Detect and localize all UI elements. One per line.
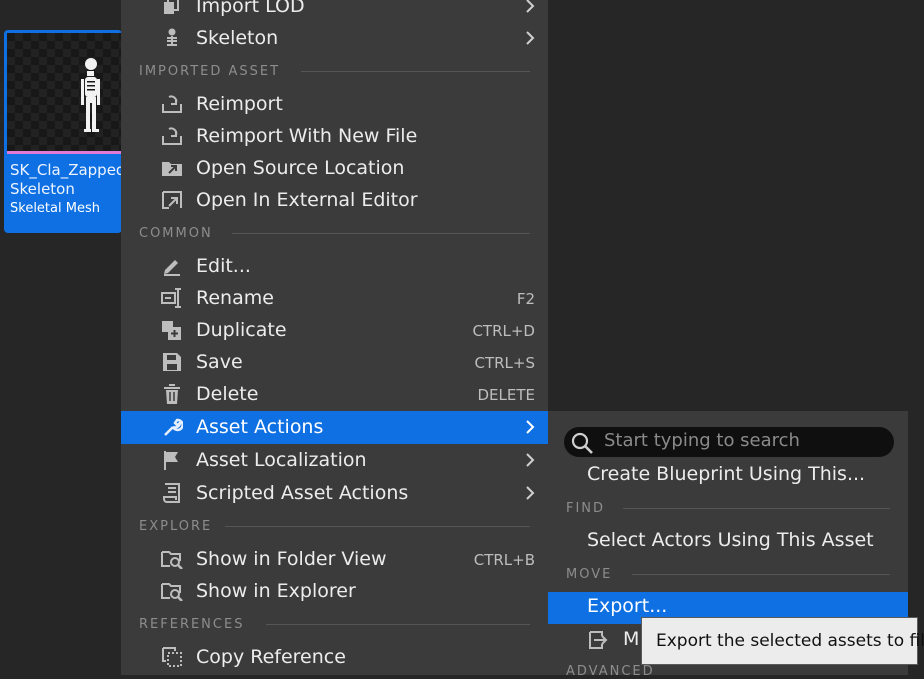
asset-type-color-bar xyxy=(7,151,122,154)
section-divider xyxy=(623,508,890,509)
open-source-location-icon xyxy=(162,162,182,176)
menu-item-label: Open Source Location xyxy=(196,157,405,179)
duplicate-icon xyxy=(162,321,181,340)
menu-item-label: Scripted Asset Actions xyxy=(196,482,409,504)
chevron-right-icon xyxy=(526,0,535,13)
search-icon xyxy=(571,432,593,454)
menu-item-asset-localization[interactable]: Asset Localization xyxy=(121,444,548,476)
menu-item-label: Open In External Editor xyxy=(196,189,418,211)
import-lod-icon xyxy=(164,0,179,14)
chevron-right-icon xyxy=(526,420,535,434)
menu-item-edit[interactable]: Edit... xyxy=(121,250,548,282)
menu-item-reimport-new-file[interactable]: Reimport With New File xyxy=(121,120,548,152)
rename-icon xyxy=(161,288,181,308)
menu-item-label: Reimport xyxy=(196,93,283,115)
folder-search-icon xyxy=(161,583,183,601)
shortcut-label: CTRL+B xyxy=(473,551,535,569)
section-divider xyxy=(632,574,890,575)
tooltip-text: Export the selected assets to file. xyxy=(656,631,924,651)
menu-item-show-in-explorer[interactable]: Show in Explorer xyxy=(121,575,548,607)
menu-item-label: Asset Actions xyxy=(196,416,324,438)
menu-item-delete[interactable]: Delete DELETE xyxy=(121,378,548,410)
menu-item-label: Duplicate xyxy=(196,319,287,341)
menu-item-label: Import LOD xyxy=(196,0,305,17)
menu-item-label: Show in Folder View xyxy=(196,548,387,570)
menu-item-open-source-location[interactable]: Open Source Location xyxy=(121,152,548,184)
skeleton-figure-icon xyxy=(81,58,100,132)
shortcut-label: CTRL+D xyxy=(472,322,535,340)
menu-item-label: Rename xyxy=(196,287,274,309)
external-editor-icon xyxy=(162,191,182,209)
chevron-right-icon xyxy=(526,453,535,467)
asset-type-label: Skeletal Mesh xyxy=(10,201,100,216)
reimport-new-file-icon xyxy=(162,127,182,145)
asset-tile[interactable]: SK_Cla_Zapped Skeleton Skeletal Mesh xyxy=(4,30,122,233)
save-icon xyxy=(163,353,181,371)
menu-item-show-in-folder-view[interactable]: Show in Folder View CTRL+B xyxy=(121,543,548,575)
menu-item-label: Delete xyxy=(196,383,259,405)
menu-item-create-blueprint[interactable]: Create Blueprint Using This... xyxy=(548,459,908,491)
export-tooltip: Export the selected assets to file. xyxy=(641,617,924,665)
menu-item-label: Reimport With New File xyxy=(196,125,418,147)
menu-item-save[interactable]: Save CTRL+S xyxy=(121,346,548,378)
skeleton-icon xyxy=(167,28,177,46)
section-header-explore: EXPLORE xyxy=(139,519,213,534)
script-icon xyxy=(163,483,180,503)
flag-icon xyxy=(164,451,178,470)
menu-item-rename[interactable]: Rename F2 xyxy=(121,282,548,314)
section-header-find: FIND xyxy=(566,501,606,516)
section-divider xyxy=(301,71,530,72)
menu-item-label: Export... xyxy=(587,595,668,617)
section-header-common: COMMON xyxy=(139,226,213,241)
section-header-advanced: ADVANCED xyxy=(566,664,655,679)
migrate-icon xyxy=(589,631,608,649)
menu-item-copy-reference[interactable]: Copy Reference xyxy=(121,641,548,673)
menu-item-duplicate[interactable]: Duplicate CTRL+D xyxy=(121,314,548,346)
folder-search-icon xyxy=(161,551,183,569)
menu-item-asset-actions[interactable]: Asset Actions xyxy=(121,411,548,444)
section-header-move: MOVE xyxy=(566,567,613,582)
menu-item-label: Save xyxy=(196,351,243,373)
menu-item-open-external-editor[interactable]: Open In External Editor xyxy=(121,184,548,216)
menu-item-label: Skeleton xyxy=(196,27,279,49)
section-divider xyxy=(232,233,530,234)
shortcut-label: CTRL+S xyxy=(474,354,535,372)
menu-item-label: Edit... xyxy=(196,255,251,277)
menu-item-scripted-asset-actions[interactable]: Scripted Asset Actions xyxy=(121,477,548,509)
reimport-icon xyxy=(162,95,182,113)
pencil-icon xyxy=(164,260,180,276)
trash-icon xyxy=(164,384,180,404)
search-placeholder: Start typing to search xyxy=(604,430,800,451)
section-divider xyxy=(225,526,530,527)
wrench-icon xyxy=(164,418,183,436)
menu-item-label: Asset Localization xyxy=(196,449,367,471)
chevron-right-icon xyxy=(526,486,535,500)
shortcut-label: F2 xyxy=(516,290,535,308)
menu-item-skeleton[interactable]: Skeleton xyxy=(121,22,548,54)
menu-item-reimport[interactable]: Reimport xyxy=(121,88,548,120)
asset-name: SK_Cla_Zapped Skeleton xyxy=(10,161,122,198)
menu-item-label: Select Actors Using This Asset xyxy=(587,529,874,551)
asset-context-menu: Import LOD Skeleton IMPORTED ASSET Reimp… xyxy=(121,0,548,675)
menu-item-label: Copy Reference xyxy=(196,646,346,668)
submenu-search-box[interactable]: Start typing to search xyxy=(564,427,894,457)
section-divider xyxy=(266,624,530,625)
copy-reference-icon xyxy=(162,647,182,667)
menu-item-label: Show in Explorer xyxy=(196,580,356,602)
menu-item-import-lod[interactable]: Import LOD xyxy=(121,0,548,22)
asset-thumbnail xyxy=(7,33,122,152)
menu-item-label: Create Blueprint Using This... xyxy=(587,463,866,485)
shortcut-label: DELETE xyxy=(477,386,535,404)
menu-item-label: M xyxy=(623,628,640,650)
section-header-imported-asset: IMPORTED ASSET xyxy=(139,64,281,79)
section-header-references: REFERENCES xyxy=(139,617,245,632)
menu-item-select-actors[interactable]: Select Actors Using This Asset xyxy=(548,525,908,557)
chevron-right-icon xyxy=(526,31,535,45)
